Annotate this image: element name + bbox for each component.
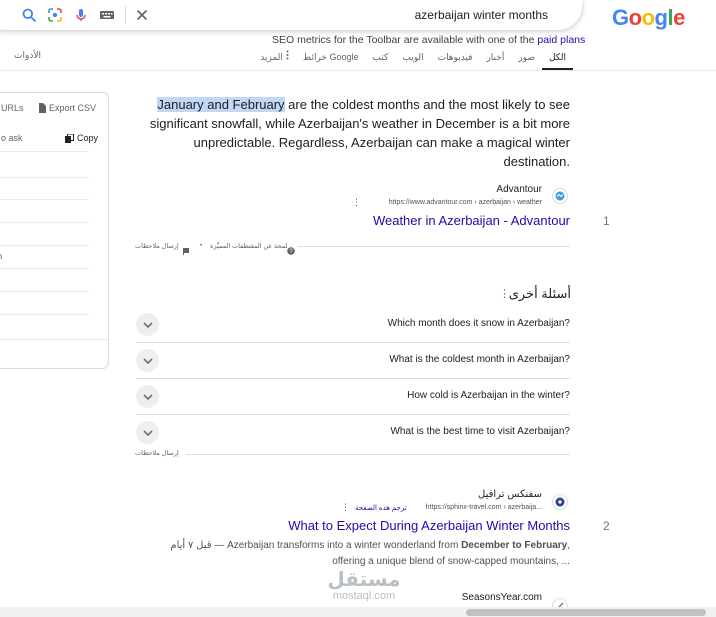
close-icon[interactable] [133,6,151,24]
tab-more[interactable]: المزيد [253,50,296,70]
search-box[interactable]: azerbaijan winter months [0,0,582,30]
side-panel-row-line [0,291,89,292]
lens-icon[interactable] [46,6,64,24]
paa-question-row[interactable]: What is the coldest month in Azerbaijan? [136,343,570,379]
tab-maps[interactable]: خرائط Google [296,50,366,70]
tools-button[interactable]: الأدوات [14,50,41,61]
help-icon[interactable]: ? [287,242,295,260]
chevron-down-icon[interactable] [136,313,159,336]
seo-side-panel: URLs Export CSV o ask Copy nth [0,92,110,369]
result-2-translate-link[interactable]: ترجم هذه الصفحة [355,504,407,512]
paa-question-row[interactable]: Which month does it snow in Azerbaijan? [136,307,570,343]
featured-snippet-text: January and February are the coldest mon… [136,95,570,171]
horizontal-scrollbar-thumb[interactable] [466,609,706,616]
sphinx-favicon [552,494,568,510]
chevron-down-icon[interactable] [136,385,159,408]
result-2-date: قبل ٧ أيام — [170,540,225,551]
result-2-menu-icon[interactable]: ⋮ [341,502,350,513]
ask-label: o ask [1,133,23,143]
featured-bottom-rule [298,246,570,247]
result-1-url[interactable]: https://www.advantour.com › azerbaijan ›… [389,199,542,206]
paa-bottom-rule [186,454,570,455]
result-1-menu-icon[interactable]: ⋮ [352,197,361,208]
side-panel-ask-row: o ask Copy [0,131,110,147]
people-also-ask-title: أسئلة أخرى [508,286,571,301]
search-tabs: الكل صور أخبار فيديوهات الويب كتب خرائط … [253,50,573,70]
paa-question: Which month does it snow in Azerbaijan? [387,318,570,329]
side-panel-row-line [0,268,89,269]
tab-news[interactable]: أخبار [479,50,511,70]
result-1-title-link[interactable]: Weather in Azerbaijan - Advantour [373,213,570,228]
export-csv-button[interactable]: Export CSV [38,103,96,113]
side-panel-truncated-text: nth [0,252,2,261]
paa-menu-icon[interactable]: ⋮ [499,287,510,300]
about-featured-snippets-link[interactable]: لمحة عن المقتطفات المميَّزة [210,242,287,250]
feedback-flag-icon [183,242,190,260]
watermark-main-text: مستقل [327,569,401,591]
paa-question-row[interactable]: What is the best time to visit Azerbaija… [136,415,570,451]
side-panel-row-line [0,199,89,200]
result-2-site-name[interactable]: سفنكس ترافيل [478,489,542,500]
paa-question-row[interactable]: How cold is Azerbaijan in the winter? [136,379,570,415]
copy-icon [65,133,74,143]
tab-books[interactable]: كتب [366,50,396,70]
result-2-rank: 2 [603,519,610,533]
seo-toolbar-note: SEO metrics for the Toolbar are availabl… [272,34,585,46]
paa-question: What is the best time to visit Azerbaija… [390,426,570,437]
side-panel-row-line [0,314,89,315]
paa-question: What is the coldest month in Azerbaijan? [389,354,570,365]
chevron-down-icon[interactable] [136,349,159,372]
result-1-site-name[interactable]: Advantour [496,184,542,195]
feedback-separator: • [200,242,203,249]
paa-feedback-link[interactable]: إرسال ملاحظات [135,449,179,457]
result-2-url[interactable]: https://sphinx-travel.com › azerbaija... [426,504,542,511]
paid-plans-link[interactable]: paid plans [537,34,585,46]
featured-feedback-link[interactable]: إرسال ملاحظات [135,242,179,250]
side-panel-header-row: URLs Export CSV [0,101,110,117]
paa-question: How cold is Azerbaijan in the winter? [407,390,570,401]
tab-all[interactable]: الكل [541,50,573,70]
google-logo[interactable]: Google [612,5,685,31]
chevron-down-icon[interactable] [136,421,159,444]
search-icon[interactable] [20,6,38,24]
side-panel-row-line [0,177,89,178]
side-panel-row-line [0,245,89,246]
seo-toolbar-note-text: SEO metrics for the Toolbar are availabl… [272,34,535,46]
search-box-divider [125,6,126,24]
result-2-title-link[interactable]: What to Expect During Azerbaijan Winter … [288,518,570,533]
result-1-rank: 1 [603,214,610,228]
header-divider [0,70,716,71]
urls-button[interactable]: URLs [1,103,24,113]
more-label: المزيد [260,52,283,62]
advantour-favicon [552,188,568,204]
side-panel-row-line [0,222,89,223]
side-panel-row-line [0,339,110,340]
result-2-description: قبل ٧ أيام — Azerbaijan transforms into … [150,538,570,570]
mostaql-watermark: مستقل mostaql.com [318,570,410,602]
keyboard-icon[interactable] [98,6,116,24]
copy-button[interactable]: Copy [65,133,98,143]
tab-videos[interactable]: فيديوهات [431,50,480,70]
more-vert-icon [286,50,289,60]
copy-label: Copy [77,133,99,143]
side-panel-row-line [0,151,89,152]
result-2-desc-bold: December to February [461,540,568,551]
search-input[interactable]: azerbaijan winter months [415,8,548,22]
snippet-highlight: January and February [157,97,285,112]
tab-web[interactable]: الويب [395,50,430,70]
export-csv-label: Export CSV [49,103,97,113]
result-3-site-name[interactable]: SeasonsYear.com [462,592,542,603]
result-2-desc-pre: Azerbaijan transforms into a winter wond… [227,540,462,551]
tab-images[interactable]: صور [511,50,542,70]
document-icon [39,103,46,113]
watermark-sub-text: mostaql.com [332,590,396,602]
mic-icon[interactable] [72,6,90,24]
